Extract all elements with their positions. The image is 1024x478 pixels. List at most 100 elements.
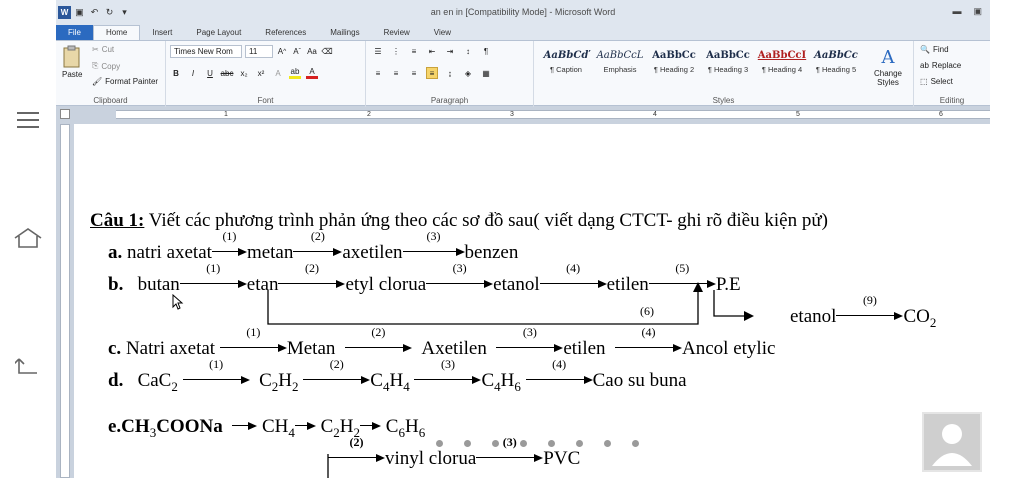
tab-selector-icon[interactable] (60, 109, 70, 119)
style-heading-3[interactable]: AaBbCc ¶ Heading 3 (702, 47, 754, 87)
align-right-icon[interactable]: ≡ (408, 67, 420, 79)
style-sample: AaBbCc (814, 50, 858, 61)
paragraph-group-label: Paragraph (430, 96, 469, 105)
document-page[interactable]: Câu 1: Viết các phương trình phản ứng th… (74, 124, 990, 478)
find-button[interactable]: 🔍 Find (920, 45, 949, 54)
find-label: Find (932, 45, 949, 54)
strikethrough-icon[interactable]: abc (221, 67, 234, 79)
right-edge (990, 0, 1024, 478)
subscript-icon[interactable]: x₂ (238, 67, 250, 79)
horizontal-ruler[interactable]: 1 2 3 4 5 6 (56, 107, 990, 122)
style-name: ¶ Heading 3 (707, 65, 749, 74)
tab-page-layout[interactable]: Page Layout (184, 26, 253, 40)
restore-icon[interactable]: ▣ (973, 6, 982, 17)
scheme-f-connector (327, 454, 329, 478)
ribbon: Paste ✂ Cut ⎘ Copy 🖌 Format Painter Clipboa… (56, 40, 990, 107)
tab-view[interactable]: View (422, 26, 463, 40)
arrow-label: (2) (349, 435, 364, 449)
ruler-track[interactable]: 1 2 3 4 5 6 (116, 110, 990, 119)
find-icon: 🔍 (920, 45, 930, 54)
cut-button[interactable]: ✂ Cut (92, 45, 114, 54)
cut-label: Cut (101, 45, 115, 54)
style-emphasis[interactable]: AaBbCcL Emphasis (594, 47, 646, 87)
style-sample: AaBbCď (543, 50, 589, 61)
shading-icon[interactable]: ◈ (462, 67, 474, 79)
increase-indent-icon[interactable]: ⇥ (444, 45, 456, 57)
tab-review[interactable]: Review (372, 26, 422, 40)
minimize-icon[interactable]: ▬ (952, 6, 961, 17)
tab-references[interactable]: References (253, 26, 318, 40)
underline-icon[interactable]: U (204, 67, 216, 79)
change-styles-button[interactable]: A Change Styles (866, 47, 910, 87)
style-name: ¶ Heading 2 (653, 65, 695, 74)
copy-icon: ⎘ (92, 61, 99, 70)
style-heading-5[interactable]: AaBbCc ¶ Heading 5 (810, 47, 862, 87)
decrease-indent-icon[interactable]: ⇤ (426, 45, 438, 57)
copy-label: Copy (101, 61, 121, 71)
numbering-icon[interactable]: ⋮ (390, 45, 402, 57)
tab-file[interactable]: File (56, 25, 93, 40)
back-icon[interactable] (0, 346, 56, 386)
clear-formatting-icon[interactable]: ⌫ (321, 46, 333, 58)
clipboard-group: Paste ✂ Cut ⎘ Copy 🖌 Format Painter Clipboa… (56, 41, 166, 107)
borders-icon[interactable]: ▦ (480, 67, 492, 79)
editing-group: 🔍 Find ab Replace ⬚ Select Editing (914, 41, 990, 107)
grow-font-icon[interactable]: A ^ (276, 46, 288, 58)
tab-insert[interactable]: Insert (140, 26, 184, 40)
bold-icon[interactable]: B (170, 67, 182, 79)
style-sample: AaBbCc (706, 50, 750, 61)
home-icon[interactable] (0, 218, 56, 258)
copy-button[interactable]: ⎘ Copy (92, 61, 120, 71)
align-center-icon[interactable]: ≡ (390, 67, 402, 79)
justify-icon[interactable]: ≡ (426, 67, 438, 79)
shrink-font-icon[interactable]: Aˇ (291, 46, 303, 58)
select-button[interactable]: ⬚ Select (920, 77, 953, 86)
style-caption[interactable]: AaBbCď ¶ Caption (540, 47, 592, 87)
android-nav-bar (0, 0, 56, 478)
editing-group-label: Editing (939, 96, 965, 105)
tab-mailings[interactable]: Mailings (318, 26, 371, 40)
style-name: ¶ Heading 5 (815, 65, 857, 74)
format-painter-label: Format Painter (105, 77, 159, 86)
font-name-select[interactable]: Times New Rom (170, 45, 242, 58)
menu-icon[interactable] (0, 100, 56, 140)
style-sample: AaBbCcL (596, 50, 644, 61)
scissors-icon: ✂ (92, 45, 99, 54)
italic-icon[interactable]: I (187, 67, 199, 79)
reaction-arrow: (3) (476, 435, 544, 470)
line-spacing-icon[interactable]: ↨ (444, 67, 456, 79)
format-painter-button[interactable]: 🖌 Format Painter (92, 77, 158, 86)
multilevel-list-icon[interactable]: ≡ (408, 45, 420, 57)
replace-icon: ab (920, 61, 929, 70)
bullets-icon[interactable]: ☰ (372, 45, 384, 57)
font-group: Times New Rom 11 A ^ Aˇ Aa ⌫ B I U abc x₂… (166, 41, 366, 107)
user-avatar-icon[interactable] (922, 412, 982, 472)
replace-button[interactable]: ab Replace (920, 61, 961, 70)
font-group-label: Font (257, 96, 274, 105)
ribbon-tabs: File Home Insert Page Layout References … (56, 24, 990, 40)
highlight-icon[interactable]: ab (289, 67, 301, 79)
text-effects-icon[interactable]: A (272, 67, 284, 79)
font-size-select[interactable]: 11 (245, 45, 273, 58)
change-case-icon[interactable]: Aa (306, 46, 318, 58)
style-heading-4[interactable]: AaBbCcI ¶ Heading 4 (756, 47, 808, 87)
tab-home[interactable]: Home (93, 25, 141, 40)
drag-handle-dots[interactable] (436, 440, 639, 447)
paste-icon (63, 45, 80, 68)
style-heading-2[interactable]: AaBbCc ¶ Heading 2 (648, 47, 700, 87)
style-name: ¶ Caption (550, 65, 582, 74)
change-styles-label: Change Styles (873, 69, 903, 87)
substance: vinyl clorua (385, 448, 477, 469)
paste-label: Paste (62, 70, 83, 79)
ruler-number: 1 (224, 111, 228, 118)
superscript-icon[interactable]: x² (255, 67, 267, 79)
vertical-ruler[interactable] (60, 124, 70, 478)
sort-icon[interactable]: ↕ (462, 45, 474, 57)
mouse-cursor-icon (172, 294, 184, 310)
change-styles-icon: A (881, 47, 895, 68)
ruler-number: 3 (510, 111, 514, 118)
font-color-icon[interactable]: A (306, 67, 318, 79)
paste-button[interactable]: Paste (62, 45, 82, 79)
align-left-icon[interactable]: ≡ (372, 67, 384, 79)
show-marks-icon[interactable]: ¶ (480, 45, 492, 57)
